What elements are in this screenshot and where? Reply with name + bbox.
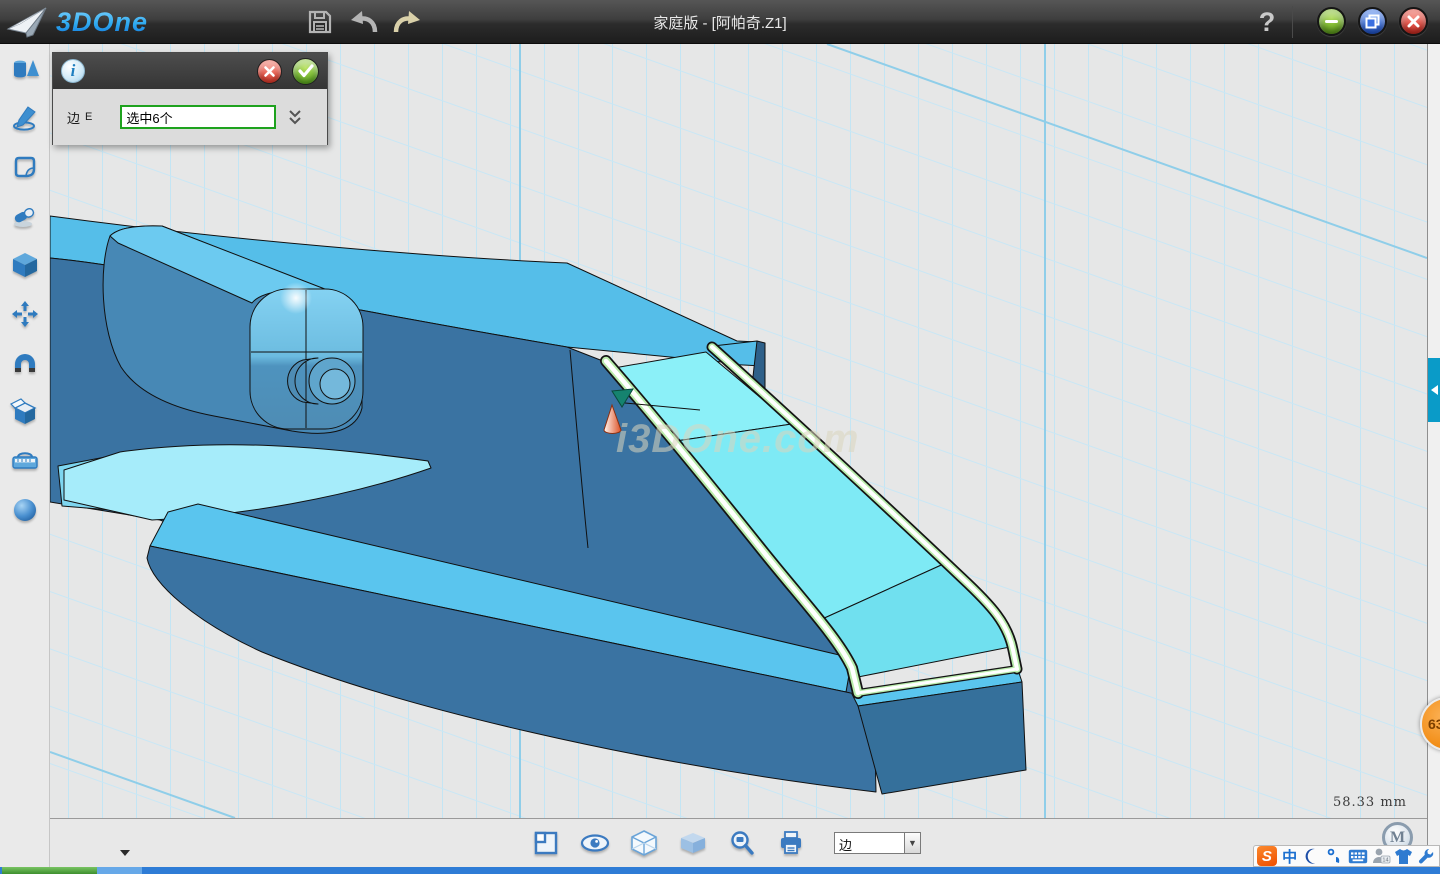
save-floppy-icon	[307, 9, 333, 35]
selection-dialog: i 边 E	[52, 52, 328, 145]
view-layout-button[interactable]	[530, 827, 562, 859]
ime-language-toggle[interactable]: 中	[1279, 846, 1301, 866]
confirm-check-icon	[298, 64, 314, 78]
wrench-icon	[1417, 847, 1435, 865]
redo-arrow-icon	[392, 8, 422, 36]
dropdown-arrow-icon: ▼	[904, 832, 921, 854]
cancel-x-icon	[263, 65, 276, 78]
deform-icon	[10, 202, 40, 230]
selection-dialog-body: 边 E	[53, 89, 327, 145]
tool-sidebar	[0, 44, 50, 867]
close-icon	[1407, 15, 1420, 28]
visibility-button[interactable]	[579, 827, 611, 859]
undo-button[interactable]	[348, 7, 380, 37]
sidebar-item-measure[interactable]	[0, 436, 50, 485]
print-button[interactable]	[775, 827, 807, 859]
ime-skin-button[interactable]	[1393, 846, 1415, 866]
save-button[interactable]	[304, 7, 336, 37]
keyboard-icon	[1348, 849, 1368, 864]
shaded-view-button[interactable]	[677, 827, 709, 859]
printer-icon	[778, 830, 804, 856]
tshirt-icon	[1394, 848, 1413, 865]
sidebar-item-deform[interactable]	[0, 191, 50, 240]
punctuation-icon	[1326, 847, 1344, 865]
minimize-icon	[1325, 20, 1338, 23]
sidebar-item-move[interactable]	[0, 289, 50, 338]
view-layout-icon	[533, 830, 559, 856]
edge-field-sublabel: E	[85, 111, 92, 123]
right-panel-expand-tab[interactable]	[1428, 358, 1440, 422]
watermark: i3DOne.com	[616, 417, 859, 461]
info-icon: i	[61, 59, 85, 83]
paper-plane-icon	[6, 6, 48, 38]
app-name: 3DOne	[56, 7, 148, 38]
sidebar-item-surface[interactable]	[0, 142, 50, 191]
dimension-readout: 58.33 mm	[1328, 795, 1412, 810]
measure-ruler-icon	[10, 447, 40, 475]
combine-box-icon	[10, 398, 40, 426]
pod-nozzle-inner	[320, 369, 350, 399]
moon-icon	[1303, 847, 1321, 865]
app-logo: 3DOne	[6, 4, 216, 40]
notification-count: 63	[1428, 716, 1440, 732]
close-button[interactable]	[1399, 7, 1428, 36]
primitives-icon	[10, 55, 40, 83]
magnet-icon	[11, 349, 39, 377]
dialog-confirm-button[interactable]	[292, 58, 319, 85]
cube-icon	[11, 251, 39, 279]
selection-dialog-header[interactable]: i	[53, 53, 327, 89]
sidebar-item-sketch[interactable]	[0, 93, 50, 142]
ime-logo-button[interactable]: S	[1256, 846, 1278, 866]
expand-chevrons-icon[interactable]	[288, 109, 302, 126]
wireframe-cube-icon	[630, 829, 658, 857]
user-icon: 14	[1371, 847, 1391, 865]
restore-button[interactable]	[1358, 7, 1387, 36]
surface-icon	[11, 153, 39, 181]
selection-filter-value: 边	[834, 832, 904, 854]
ime-toolbar: S 中 14	[1253, 845, 1440, 867]
magnifier-icon	[729, 830, 755, 856]
start-button-sliver[interactable]	[2, 867, 97, 874]
sogou-logo-icon: S	[1257, 846, 1277, 866]
move-arrows-icon	[11, 300, 39, 328]
sidebar-item-material[interactable]	[0, 485, 50, 534]
dialog-cancel-button[interactable]	[257, 59, 282, 84]
restore-icon	[1365, 14, 1380, 29]
chinese-mode-label: 中	[1282, 846, 1297, 867]
wireframe-view-button[interactable]	[628, 827, 660, 859]
ime-fullhalf-toggle[interactable]	[1302, 846, 1324, 866]
undo-arrow-icon	[349, 8, 379, 36]
material-sphere-icon	[11, 496, 39, 524]
bottom-toolbar: 边 ▼	[0, 818, 1427, 867]
chevron-left-icon	[1431, 385, 1438, 395]
ime-punctuation-toggle[interactable]	[1324, 846, 1346, 866]
sidebar-item-combine[interactable]	[0, 387, 50, 436]
titlebar: 3DOne 家庭版 - [阿帕奇.Z1] ?	[0, 0, 1440, 44]
redo-button[interactable]	[391, 7, 423, 37]
ime-account-button[interactable]: 14	[1370, 846, 1392, 866]
edge-selection-input[interactable]	[120, 105, 276, 129]
selection-filter-dropdown[interactable]: 边 ▼	[834, 832, 921, 854]
minimize-button[interactable]	[1317, 7, 1346, 36]
window-title: 家庭版 - [阿帕奇.Z1]	[653, 12, 786, 33]
sketch-pencil-icon	[10, 104, 40, 132]
zoom-button[interactable]	[726, 827, 758, 859]
active-task-sliver	[97, 867, 142, 874]
mode-caret-icon[interactable]	[120, 850, 130, 856]
help-button[interactable]: ?	[1252, 4, 1282, 40]
ime-settings-button[interactable]	[1415, 846, 1437, 866]
sidebar-item-assembly[interactable]	[0, 338, 50, 387]
os-taskbar-sliver	[0, 867, 1440, 874]
titlebar-separator	[1292, 6, 1293, 38]
shaded-solid-icon	[679, 831, 707, 855]
ime-softkeyboard-button[interactable]	[1347, 846, 1369, 866]
sidebar-item-primitives[interactable]	[0, 44, 50, 93]
svg-text:14: 14	[1382, 858, 1388, 864]
sidebar-item-special-shapes[interactable]	[0, 240, 50, 289]
edge-field-label: 边	[67, 108, 80, 127]
eye-icon	[580, 832, 610, 854]
